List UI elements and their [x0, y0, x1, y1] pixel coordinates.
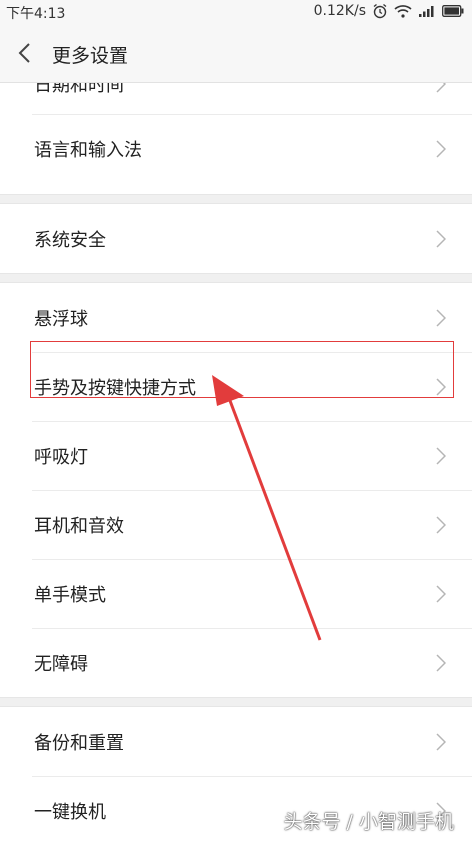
status-icons: 0.12K/s	[314, 3, 464, 19]
chevron-right-icon	[436, 308, 446, 327]
settings-group: 悬浮球 手势及按键快捷方式 呼吸灯 耳机和音效 单手模式 无障碍	[0, 283, 472, 697]
chevron-right-icon	[436, 515, 446, 534]
settings-item-floating-ball[interactable]: 悬浮球	[0, 283, 472, 352]
chevron-right-icon	[436, 653, 446, 672]
page-title: 更多设置	[52, 45, 129, 67]
settings-item-label: 一键换机	[34, 801, 106, 823]
settings-item-system-security[interactable]: 系统安全	[0, 204, 472, 273]
settings-item-label: 无障碍	[34, 653, 88, 675]
battery-icon	[442, 5, 464, 17]
settings-item-headphones-audio[interactable]: 耳机和音效	[0, 490, 472, 559]
settings-item-label: 系统安全	[34, 229, 106, 251]
settings-item-backup-reset[interactable]: 备份和重置	[0, 707, 472, 776]
header: 更多设置	[0, 24, 472, 83]
chevron-right-icon	[436, 377, 446, 396]
chevron-right-icon	[436, 83, 446, 93]
chevron-right-icon	[436, 584, 446, 603]
group-divider	[0, 273, 472, 283]
wifi-icon	[394, 5, 412, 18]
chevron-right-icon	[436, 446, 446, 465]
group-divider	[0, 697, 472, 707]
settings-item-label: 单手模式	[34, 584, 106, 606]
chevron-left-icon[interactable]	[14, 40, 36, 66]
settings-item-label: 语言和输入法	[34, 140, 142, 161]
settings-group: 日期和时间 语言和输入法	[0, 83, 472, 194]
status-time: 下午4:13	[6, 6, 66, 22]
settings-item-breathing-light[interactable]: 呼吸灯	[0, 421, 472, 490]
settings-item-one-hand-mode[interactable]: 单手模式	[0, 559, 472, 628]
watermark: 头条号 / 小智测手机	[283, 811, 454, 833]
status-bar: 下午4:13 0.12K/s	[0, 0, 472, 24]
signal-icon	[419, 6, 434, 17]
alarm-icon	[373, 3, 387, 19]
settings-item-label: 悬浮球	[34, 308, 88, 330]
settings-item-label: 备份和重置	[34, 732, 124, 754]
settings-item-language-input[interactable]: 语言和输入法	[0, 114, 472, 184]
network-speed: 0.12K/s	[313, 3, 366, 19]
chevron-right-icon	[436, 229, 446, 248]
settings-list: 日期和时间 语言和输入法 系统安全 悬浮球 手势及按键快捷方式 呼吸灯 耳机和音…	[0, 83, 472, 845]
settings-item-label: 呼吸灯	[34, 446, 88, 468]
settings-item-date-time[interactable]: 日期和时间	[0, 83, 472, 118]
chevron-right-icon	[436, 140, 446, 158]
settings-group: 系统安全	[0, 204, 472, 273]
settings-item-accessibility[interactable]: 无障碍	[0, 628, 472, 697]
settings-item-label: 手势及按键快捷方式	[34, 377, 196, 399]
group-divider	[0, 194, 472, 204]
chevron-right-icon	[436, 732, 446, 751]
settings-item-gesture-shortcuts[interactable]: 手势及按键快捷方式	[0, 352, 472, 421]
settings-item-label: 日期和时间	[34, 83, 124, 96]
settings-item-label: 耳机和音效	[34, 515, 124, 537]
